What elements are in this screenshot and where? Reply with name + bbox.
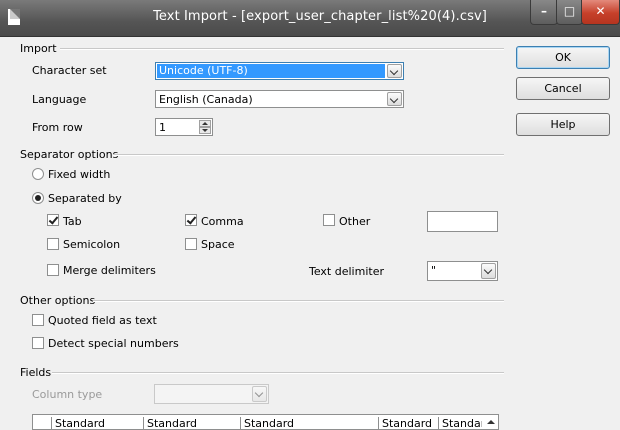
other-checkbox[interactable]	[323, 214, 335, 226]
column-type-label: Column type	[32, 388, 103, 401]
semicolon-label[interactable]: Semicolon	[63, 238, 120, 251]
space-label[interactable]: Space	[201, 238, 235, 251]
merge-delimiters-checkbox[interactable]	[47, 264, 59, 276]
language-value: English (Canada)	[159, 93, 253, 106]
language-select[interactable]: English (Canada)	[155, 90, 404, 108]
character-set-select[interactable]: Unicode (UTF-8)	[155, 62, 404, 80]
text-delimiter-value: "	[431, 264, 437, 277]
tab-label[interactable]: Tab	[63, 215, 82, 228]
space-checkbox[interactable]	[185, 238, 197, 250]
help-button[interactable]: Help	[516, 113, 610, 136]
language-label: Language	[32, 93, 87, 106]
quoted-field-checkbox[interactable]	[32, 314, 44, 326]
separated-by-label[interactable]: Separated by	[48, 192, 122, 205]
character-set-value: Unicode (UTF-8)	[157, 64, 385, 78]
spin-down-icon[interactable]	[199, 127, 211, 134]
column-header[interactable]: Standard	[240, 417, 294, 429]
column-type-select[interactable]	[154, 384, 269, 404]
import-divider	[60, 48, 504, 50]
from-row-value: 1	[159, 121, 166, 134]
close-button[interactable]: ✕	[581, 0, 620, 25]
column-header[interactable]: Standard	[378, 417, 432, 429]
chevron-down-icon[interactable]	[387, 64, 402, 78]
spin-up-icon[interactable]	[199, 120, 211, 127]
character-set-label: Character set	[32, 64, 107, 77]
minimize-button[interactable]: –	[530, 0, 558, 25]
other-label[interactable]: Other	[339, 215, 370, 228]
fixed-width-radio[interactable]	[32, 168, 44, 180]
cancel-button[interactable]: Cancel	[516, 77, 610, 100]
separated-by-radio[interactable]	[32, 192, 44, 204]
ok-button[interactable]: OK	[516, 46, 610, 69]
column-header[interactable]: Standard	[51, 417, 105, 429]
separator-divider	[113, 154, 504, 156]
other-options-divider	[93, 300, 504, 302]
chevron-down-icon[interactable]	[481, 263, 496, 279]
chevron-down-icon[interactable]	[387, 92, 402, 106]
comma-label[interactable]: Comma	[201, 215, 244, 228]
chevron-down-icon[interactable]	[252, 386, 267, 402]
maximize-button[interactable]: □	[556, 0, 583, 25]
detect-special-numbers-checkbox[interactable]	[32, 337, 44, 349]
tab-checkbox[interactable]	[47, 214, 59, 226]
other-separator-input[interactable]	[427, 211, 498, 232]
merge-delimiters-label[interactable]: Merge delimiters	[63, 264, 156, 277]
comma-checkbox[interactable]	[185, 214, 197, 226]
other-options-group-label: Other options	[20, 294, 96, 307]
text-delimiter-select[interactable]: "	[427, 261, 498, 281]
from-row-stepper[interactable]: 1	[155, 118, 213, 136]
column-header[interactable]: Standard	[438, 417, 482, 429]
column-header[interactable]: Standard	[143, 417, 197, 429]
separator-group-label: Separator options	[20, 148, 119, 161]
fields-divider	[52, 372, 504, 374]
window-title: Text Import - [export_user_chapter_list%…	[153, 9, 487, 24]
detect-special-numbers-label[interactable]: Detect special numbers	[48, 337, 179, 350]
from-row-label: From row	[32, 121, 83, 134]
text-delimiter-label: Text delimiter	[309, 265, 384, 278]
import-group-label: Import	[20, 42, 57, 55]
semicolon-checkbox[interactable]	[47, 238, 59, 250]
quoted-field-label[interactable]: Quoted field as text	[48, 314, 157, 327]
fields-preview-table[interactable]: Standard Standard Standard Standard Stan…	[32, 414, 499, 430]
fixed-width-label[interactable]: Fixed width	[48, 168, 110, 181]
fields-group-label: Fields	[20, 366, 52, 379]
title-bar: Text Import - [export_user_chapter_list%…	[0, 0, 620, 37]
